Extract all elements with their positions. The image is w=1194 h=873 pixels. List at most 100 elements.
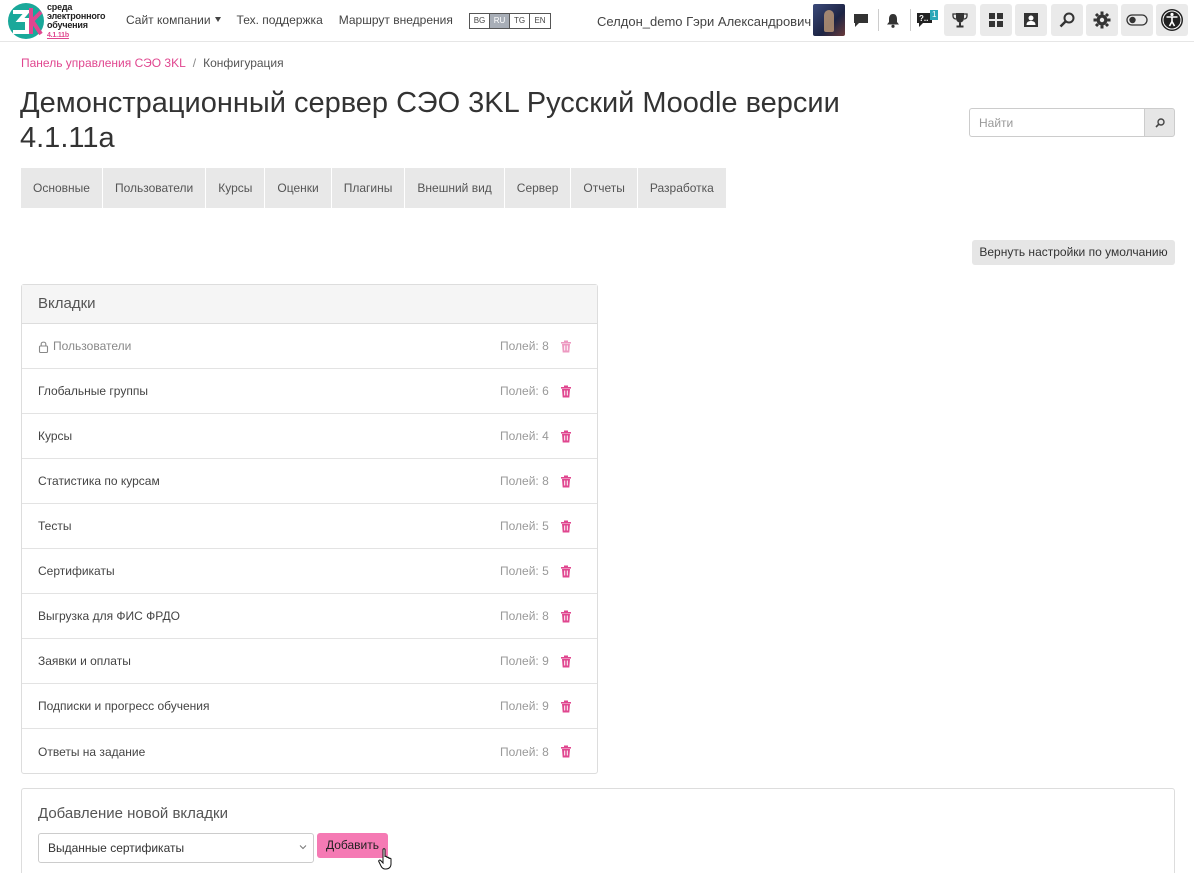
dashboard-grid-icon [989,13,1003,27]
tab-grades[interactable]: Оценки [265,168,332,208]
list-item[interactable]: Заявки и оплаты Полей: 9 [22,639,597,684]
chat-icon [854,13,868,27]
accessibility-icon [1161,9,1183,31]
trash-icon[interactable] [560,655,572,668]
tab-appearance[interactable]: Внешний вид [405,168,505,208]
list-item[interactable]: Выгрузка для ФИС ФРДО Полей: 8 [22,594,597,639]
trash-icon[interactable] [560,430,572,443]
achievements-button[interactable] [944,4,976,36]
list-item[interactable]: Ответы на задание Полей: 8 [22,729,597,774]
tab-users[interactable]: Пользователи [102,168,207,208]
trash-icon[interactable] [560,610,572,623]
list-item[interactable]: Тесты Полей: 5 [22,504,597,549]
logo-text: среда электронного обучения 4.1.11b [46,2,112,40]
breadcrumb-root-link[interactable]: Панель управления СЭО 3KL [21,56,186,70]
bell-icon [887,13,899,28]
nav-support-link[interactable]: Тех. поддержка [237,13,323,27]
trash-icon[interactable] [560,745,572,758]
list-item-name: Курсы [38,429,73,443]
nav-route-link[interactable]: Маршрут внедрения [339,13,453,27]
list-item-name: Подписки и прогресс обучения [38,699,210,713]
tab-development[interactable]: Разработка [637,168,726,208]
field-count: Полей: 8 [500,474,549,488]
notifications-button[interactable] [877,4,909,36]
list-item[interactable]: Пользователи Полей: 8 [22,324,597,369]
user-card-button[interactable] [1015,4,1047,36]
lang-bg[interactable]: BG [470,14,490,28]
field-count: Полей: 9 [500,699,549,713]
chevron-down-icon [299,845,307,850]
list-item[interactable]: Подписки и прогресс обучения Полей: 9 [22,684,597,729]
trash-icon[interactable] [560,565,572,578]
field-count: Полей: 9 [500,654,549,668]
field-count: Полей: 4 [500,429,549,443]
add-tab-title: Добавление новой вкладки [38,805,228,822]
hand-pointer-icon [378,848,392,870]
dashboard-button[interactable] [980,4,1012,36]
trash-icon[interactable] [560,520,572,533]
trash-icon[interactable] [560,385,572,398]
gear-icon [1093,11,1111,29]
field-count: Полей: 5 [500,564,549,578]
trash-icon[interactable] [560,700,572,713]
add-tab-panel: Добавление новой вкладки Выданные сертиф… [21,788,1175,873]
trash-icon[interactable] [560,475,572,488]
language-switcher: BG RU TG EN [469,13,551,29]
tab-general[interactable]: Основные [21,168,103,208]
accessibility-button[interactable] [1156,4,1188,36]
lang-ru[interactable]: RU [490,14,510,28]
list-item[interactable]: Статистика по курсам Полей: 8 [22,459,597,504]
toggle-switch-icon [1126,14,1148,26]
edit-mode-toggle[interactable] [1121,4,1153,36]
page-title: Демонстрационный сервер СЭО 3KL Русский … [20,87,840,154]
search-submit-button[interactable] [1144,108,1175,137]
field-count: Полей: 8 [500,339,549,353]
tabs-list-panel: Вкладки Пользователи Полей: 8 Глобальные… [21,284,598,774]
list-item-name: Заявки и оплаты [38,654,131,668]
field-count: Полей: 5 [500,519,549,533]
tab-type-select[interactable]: Выданные сертификаты [38,833,314,863]
list-item-name: Выгрузка для ФИС ФРДО [38,609,180,623]
tab-server[interactable]: Сервер [504,168,572,208]
settings-tabs: Основные Пользователи Курсы Оценки Плаги… [21,168,726,208]
list-item-name: Сертификаты [38,564,115,578]
avatar[interactable] [813,4,845,36]
list-item-name: Тесты [38,519,72,533]
logo-line-3-text: обучения [46,19,88,30]
search-toggle-button[interactable] [1051,4,1083,36]
site-logo[interactable]: среда электронного обучения 4.1.11b [7,1,112,41]
list-item[interactable]: Курсы Полей: 4 [22,414,597,459]
help-icon-text: ?.. [919,14,928,23]
nav-links: Сайт компании Тех. поддержка Маршрут вне… [126,13,469,27]
settings-button[interactable] [1086,4,1118,36]
messages-button[interactable] [845,4,877,36]
tab-plugins[interactable]: Плагины [331,168,406,208]
lang-en[interactable]: EN [530,14,550,28]
tab-courses[interactable]: Курсы [206,168,266,208]
list-item-name: Пользователи [53,339,132,353]
logo-version: 4.1.11b [46,31,69,39]
lang-tg[interactable]: TG [510,14,530,28]
nav-company-dropdown[interactable]: Сайт компании [126,13,221,27]
reset-defaults-button[interactable]: Вернуть настройки по умолчанию [972,240,1175,265]
lock-icon [38,341,49,353]
breadcrumb-separator: / [192,56,197,70]
list-item[interactable]: Глобальные группы Полей: 6 [22,369,597,414]
search-icon [1059,12,1075,28]
trash-icon[interactable] [560,340,572,353]
trophy-icon [952,13,968,28]
search-input[interactable] [969,108,1144,137]
help-requests-button[interactable]: ?.. 1 [910,4,942,36]
user-menu-name[interactable]: Селдон_demo Гэри Александрович [597,14,811,29]
tab-type-selected: Выданные сертификаты [48,841,185,855]
breadcrumb-current: Конфигурация [203,56,284,70]
field-count: Полей: 6 [500,384,549,398]
list-item[interactable]: Сертификаты Полей: 5 [22,549,597,594]
logo-line-3: обучения 4.1.11b [46,19,112,40]
admin-search [969,108,1175,137]
top-navbar: среда электронного обучения 4.1.11b Сайт… [0,0,1194,42]
field-count: Полей: 8 [500,609,549,623]
tab-reports[interactable]: Отчеты [571,168,638,208]
chevron-down-icon [214,17,221,23]
list-item-name: Статистика по курсам [38,474,160,488]
